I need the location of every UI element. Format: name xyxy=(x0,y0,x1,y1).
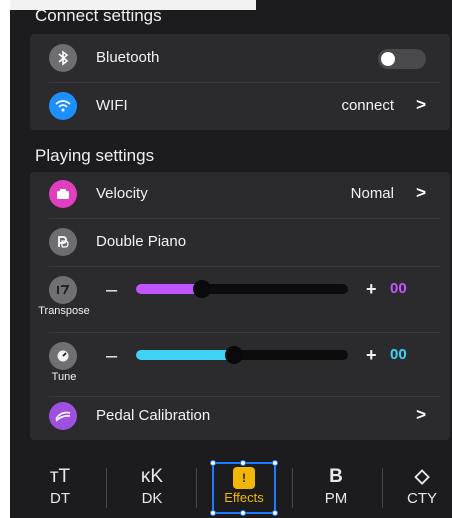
tune-value: 00 xyxy=(390,346,407,363)
pedal-calibration-label: Pedal Calibration xyxy=(96,407,211,424)
tab-separator xyxy=(106,468,107,508)
tune-slider[interactable] xyxy=(136,346,348,364)
tune-caption: Tune xyxy=(51,371,77,383)
selection-handle[interactable] xyxy=(210,510,216,516)
transpose-control: Transpose – + 00 xyxy=(30,276,450,332)
tune-slider-thumb[interactable] xyxy=(224,346,243,364)
toggle-knob xyxy=(381,52,395,66)
transpose-plus-button[interactable]: + xyxy=(366,279,377,300)
transpose-icon xyxy=(49,276,77,304)
cty-icon: ◇ xyxy=(414,466,430,487)
chevron-right-icon[interactable]: > xyxy=(416,95,426,115)
selection-handle[interactable] xyxy=(210,460,216,466)
tab-pm[interactable]: B PM xyxy=(304,466,368,512)
bluetooth-toggle[interactable] xyxy=(378,49,426,69)
playing-settings-card: Velocity Nomal > Double Piano Transpose … xyxy=(30,172,450,440)
selection-handle[interactable] xyxy=(272,460,278,466)
playing-settings-title: Playing settings xyxy=(35,146,155,165)
divider xyxy=(49,332,440,333)
tab-separator xyxy=(382,468,383,508)
transpose-value: 00 xyxy=(390,280,407,297)
bluetooth-icon xyxy=(49,44,77,72)
tune-control: Tune – + 00 xyxy=(30,342,450,398)
bluetooth-row[interactable]: Bluetooth xyxy=(30,36,450,80)
tune-icon xyxy=(49,342,77,370)
wifi-row[interactable]: WIFI connect > xyxy=(30,84,450,128)
pedal-calibration-row[interactable]: Pedal Calibration > xyxy=(30,394,450,438)
velocity-label: Velocity xyxy=(96,185,148,202)
tab-effects[interactable]: ! Effects xyxy=(210,460,278,516)
bluetooth-label: Bluetooth xyxy=(96,49,160,66)
double-piano-label: Double Piano xyxy=(96,233,187,250)
velocity-value: Nomal xyxy=(350,185,394,202)
divider xyxy=(49,82,440,83)
tab-separator xyxy=(292,468,293,508)
selection-handle[interactable] xyxy=(240,510,246,516)
wifi-icon xyxy=(49,92,77,120)
top-edge-strip xyxy=(10,0,256,10)
tune-minus-button[interactable]: – xyxy=(106,345,117,368)
chevron-right-icon[interactable]: > xyxy=(416,405,426,425)
tab-dt[interactable]: ᴛT DT xyxy=(28,466,92,512)
selection-handle[interactable] xyxy=(272,510,278,516)
tune-plus-button[interactable]: + xyxy=(366,345,377,366)
tab-label: Effects xyxy=(224,490,264,505)
wifi-label: WIFI xyxy=(96,97,128,114)
dt-icon: ᴛT xyxy=(49,466,71,487)
wifi-status: connect xyxy=(341,97,394,114)
pedal-icon xyxy=(49,402,77,430)
tab-separator xyxy=(196,468,197,508)
tab-dk[interactable]: ᴋK DK xyxy=(120,466,184,512)
effects-icon: ! xyxy=(233,467,255,489)
velocity-icon xyxy=(49,180,77,208)
divider xyxy=(49,218,440,219)
selection-handle[interactable] xyxy=(240,460,246,466)
connect-settings-card: Bluetooth WIFI connect > xyxy=(30,34,450,130)
chevron-right-icon[interactable]: > xyxy=(416,183,426,203)
transpose-slider-thumb[interactable] xyxy=(192,280,211,298)
transpose-caption: Transpose xyxy=(38,305,90,317)
bottom-tab-bar: ᴛT DT ᴋK DK ! Effects B PM ◇ CTY xyxy=(10,452,452,518)
settings-screen: Connect settings Bluetooth WIFI connect … xyxy=(10,0,452,518)
pm-icon: B xyxy=(329,466,343,487)
tab-label: DT xyxy=(50,490,70,507)
tab-cty[interactable]: ◇ CTY xyxy=(394,466,450,512)
dk-icon: ᴋK xyxy=(140,466,164,487)
double-piano-row[interactable]: Double Piano xyxy=(30,220,450,264)
transpose-minus-button[interactable]: – xyxy=(106,279,117,302)
transpose-slider-fill xyxy=(136,284,202,294)
double-piano-icon xyxy=(49,228,77,256)
divider xyxy=(49,266,440,267)
tab-label: DK xyxy=(141,490,163,507)
tune-slider-fill xyxy=(136,350,234,360)
transpose-slider[interactable] xyxy=(136,280,348,298)
velocity-row[interactable]: Velocity Nomal > xyxy=(30,172,450,216)
tab-label: PM xyxy=(324,490,348,507)
tab-label: CTY xyxy=(407,490,437,507)
